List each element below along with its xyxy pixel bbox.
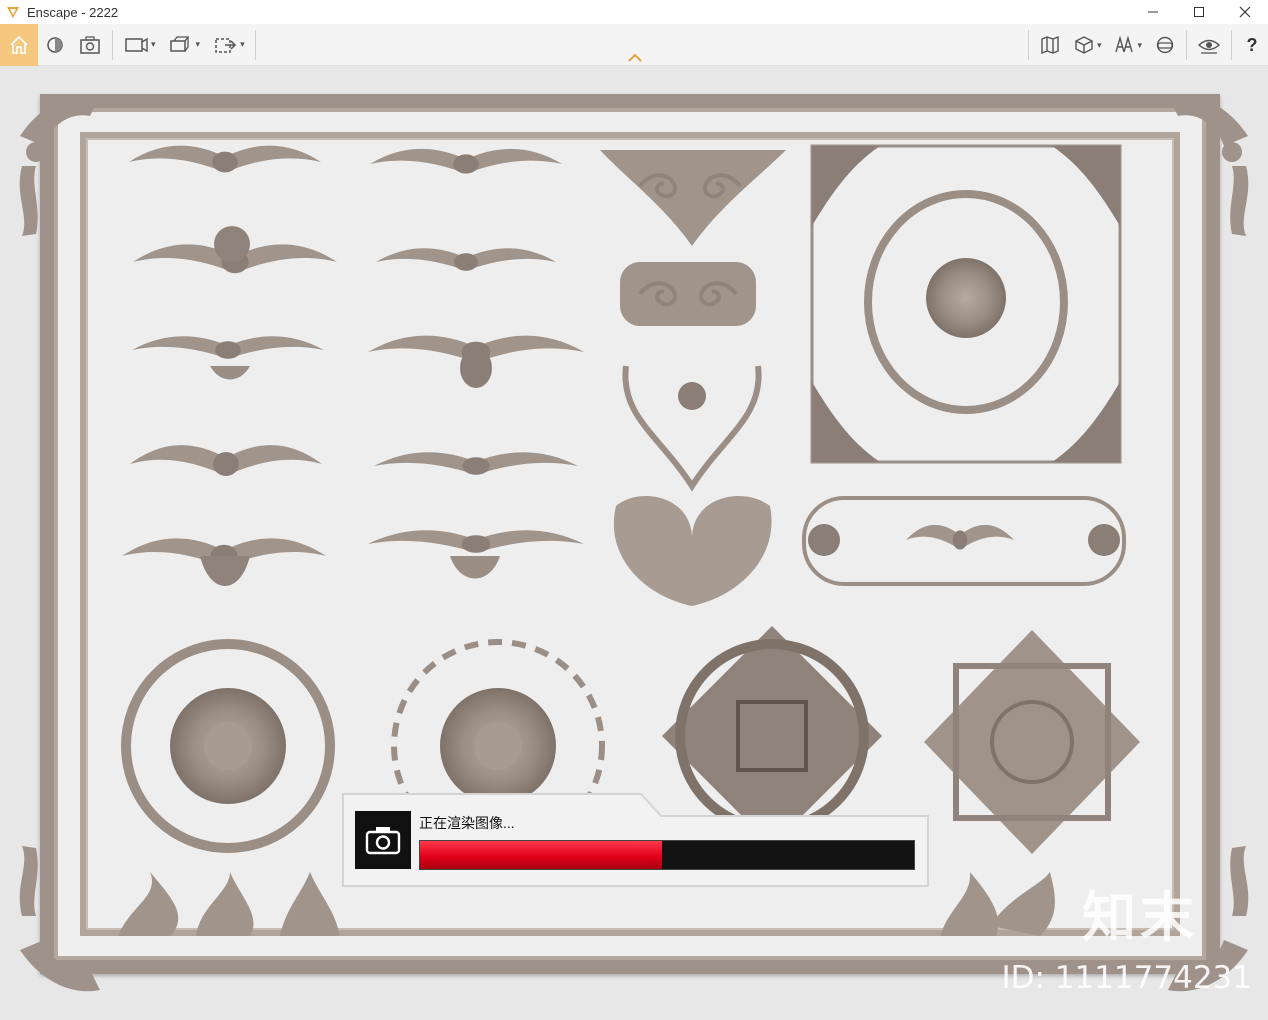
chevron-down-icon: ▾	[240, 39, 245, 49]
map-icon	[1041, 35, 1059, 55]
visibility-button[interactable]	[1191, 24, 1227, 66]
watermark-id: ID: 1111774231	[1001, 960, 1252, 996]
medallion-4	[924, 630, 1140, 854]
help-button[interactable]: ?	[1236, 24, 1268, 66]
close-button[interactable]	[1222, 0, 1268, 24]
oval-panel	[802, 496, 1126, 586]
home-button[interactable]	[0, 23, 38, 66]
applique-column-3	[600, 150, 786, 606]
cube-button[interactable]: ▾	[1067, 24, 1108, 66]
capture-button[interactable]	[72, 24, 108, 66]
map-button[interactable]	[1033, 24, 1067, 66]
toolbar-separator	[1231, 30, 1232, 60]
chevron-down-icon: ▾	[195, 39, 201, 49]
vr-headset-icon	[1156, 36, 1174, 54]
minimize-button[interactable]	[1130, 0, 1176, 24]
assets-button[interactable]: ▾	[162, 24, 207, 66]
minimize-icon	[1148, 11, 1158, 13]
visibility-icon	[1197, 39, 1221, 54]
chevron-down-icon: ▾	[151, 39, 156, 49]
toolbar-separator	[254, 29, 256, 60]
camera-badge	[355, 811, 411, 869]
toolbar-separator	[1027, 30, 1029, 60]
views-icon	[125, 37, 148, 52]
render-status-text: 正在渲染图像...	[419, 815, 515, 831]
enscape-logo-icon	[7, 7, 19, 18]
assets-icon	[169, 35, 189, 52]
camera-icon	[365, 827, 401, 855]
chevron-down-icon: ▾	[1096, 39, 1102, 50]
ceiling-panel	[810, 144, 1122, 464]
maximize-button[interactable]	[1176, 0, 1222, 24]
close-icon	[1239, 6, 1251, 18]
title-bar: Enscape - 2222	[0, 0, 1268, 24]
vr-button[interactable]	[1148, 24, 1182, 66]
render-progress-bar	[419, 840, 915, 870]
toolbar-separator	[112, 29, 113, 60]
corner-ornament-tr	[1168, 94, 1249, 236]
export-icon	[215, 37, 237, 53]
corner-ornament-tl	[19, 94, 100, 236]
chevron-up-icon	[628, 53, 642, 62]
cube-icon	[1075, 36, 1093, 54]
export-button[interactable]: ▾	[206, 24, 251, 66]
home-icon	[10, 35, 28, 54]
toolbar-separator	[1186, 30, 1187, 60]
chevron-down-icon: ▾	[1137, 39, 1142, 50]
corner-ornament-bl	[19, 846, 100, 992]
render-settings-button[interactable]	[38, 24, 72, 66]
library-button[interactable]: ▾	[1107, 24, 1148, 66]
watermark-brand: 知末	[1082, 886, 1198, 949]
rosette-1	[121, 639, 335, 853]
render-settings-icon	[47, 36, 63, 53]
applique-column-1	[122, 145, 337, 586]
maximize-icon	[1194, 7, 1204, 17]
capture-icon	[80, 35, 100, 54]
views-button[interactable]: ▾	[117, 24, 162, 66]
applique-column-2	[368, 148, 584, 579]
render-progress-fill	[420, 841, 663, 869]
render-progress-popup: 正在渲染图像...	[341, 792, 930, 888]
library-icon	[1115, 35, 1134, 53]
window-title: Enscape - 2222	[27, 4, 119, 20]
